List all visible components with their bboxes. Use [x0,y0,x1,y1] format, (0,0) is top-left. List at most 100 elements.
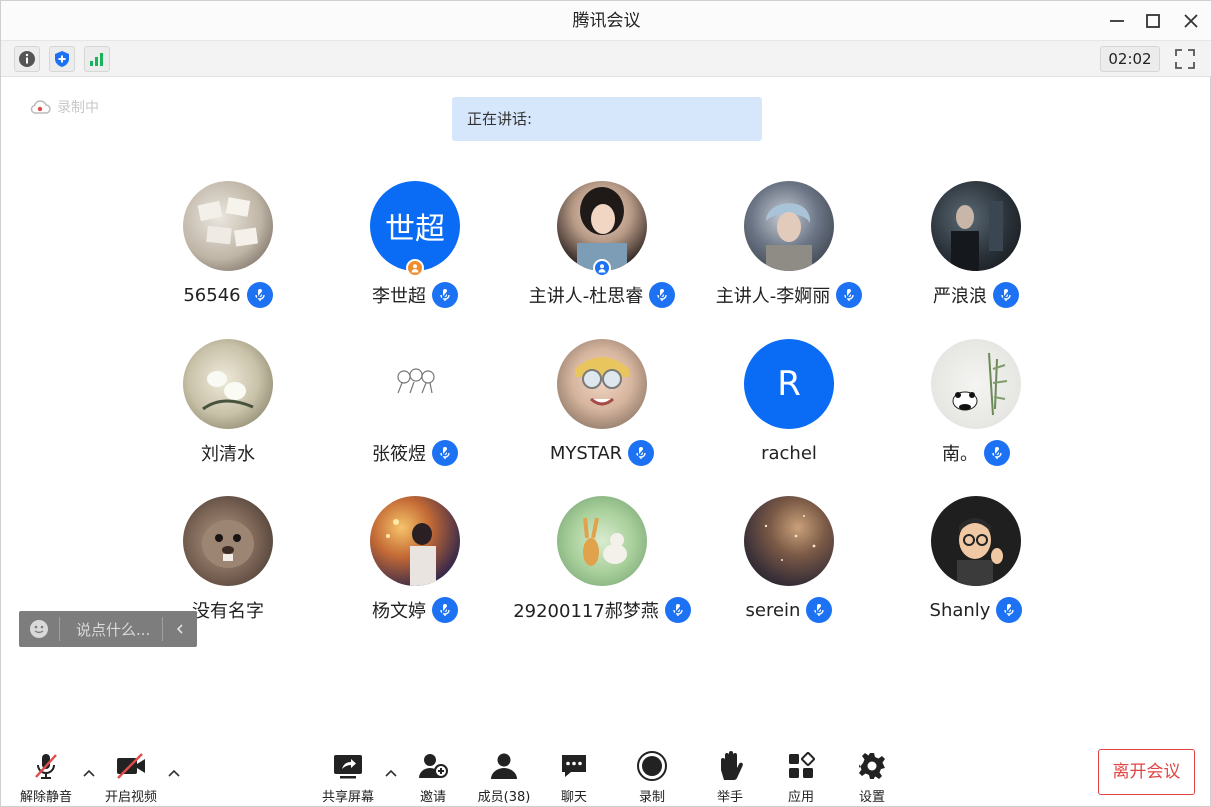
meeting-info-button[interactable] [14,46,40,72]
record-label: 录制 [638,790,665,805]
info-bar: 02:02 [1,41,1211,77]
fullscreen-button[interactable] [1172,46,1198,72]
participant-tile[interactable]: Shanly [883,496,1069,636]
participant-name: rachel [761,442,817,464]
participant-tile[interactable]: 杨文婷 [322,496,508,636]
avatar-initials: 世超 [385,212,445,247]
participant-tile[interactable]: 严浪浪 [883,181,1069,321]
participant-tile[interactable]: 主讲人-李婀丽 [696,181,882,321]
mic-icon [664,597,691,623]
emoji-icon [30,620,48,638]
participant-name: serein [745,599,801,621]
avatar [931,496,1021,586]
chat-quick-input[interactable]: 说点什么... [19,611,197,647]
avatar [370,339,460,429]
shield-icon [55,51,69,67]
video-off-icon [117,753,145,779]
maximize-icon [1146,14,1160,28]
unmute-label: 解除静音 [19,790,72,805]
signal-bars-icon [90,53,103,66]
share-screen-icon [334,755,362,779]
participant-name: 李世超 [372,286,426,307]
avatar [744,181,834,271]
participant-name: 没有名字 [192,601,264,622]
participant-tile[interactable]: MYSTAR [509,339,695,479]
invite-user-icon [419,754,448,778]
minimize-button[interactable] [1105,9,1129,33]
avatar [557,496,647,586]
recording-label: 录制中 [57,100,99,116]
avatar [744,496,834,586]
mic-icon [628,440,655,466]
raise-hand-icon [721,751,743,780]
mic-icon [806,597,833,623]
avatar [183,496,273,586]
collapse-chat-button[interactable] [163,623,197,635]
invite-label: 邀请 [419,790,446,805]
chat-button[interactable]: 聊天 [539,749,609,805]
close-icon [1184,14,1198,28]
mic-icon [432,440,458,466]
participant-tile[interactable]: R rachel [696,339,882,479]
participant-name: MYSTAR [549,442,623,464]
security-button[interactable] [49,46,75,72]
participant-name: Shanly [929,599,991,621]
mic-icon [836,282,863,308]
emoji-button[interactable] [19,619,59,639]
participant-tile[interactable]: serein [696,496,882,636]
participant-tile[interactable]: 主讲人-杜思睿 [509,181,695,321]
participant-tile[interactable]: 张筱煜 [322,339,508,479]
meeting-window: 腾讯会议 02:02 录制中 正在讲话: 56546 世超 李世超 主讲人-杜思… [0,0,1211,807]
network-status-button[interactable] [84,46,110,72]
participant-tile[interactable]: 29200117郝梦燕 [509,496,695,636]
avatar: 世超 [370,181,460,271]
active-speaker-box: 正在讲话: [452,97,762,141]
participant-tile[interactable]: 南。 [883,339,1069,479]
avatar [557,181,647,271]
participant-name: 张筱煜 [372,444,426,465]
recording-indicator: 录制中 [29,97,99,117]
participant-name: 29200117郝梦燕 [513,601,659,622]
participant-name: 严浪浪 [933,286,987,307]
mic-icon [996,597,1023,623]
start-video-button[interactable]: 开启视频 [96,749,166,805]
leave-meeting-button[interactable]: 离开会议 [1098,749,1195,795]
unmute-button[interactable]: 解除静音 [11,749,81,805]
invite-button[interactable]: 邀请 [398,749,468,805]
record-button[interactable]: 录制 [617,749,687,805]
bottom-toolbar: 解除静音 开启视频 共享屏幕 邀请 成员(38) 聊天 录制 举手 应用 设置 [1,743,1211,807]
maximize-button[interactable] [1141,9,1165,33]
apps-button[interactable]: 应用 [766,749,836,805]
settings-button[interactable]: 设置 [837,749,907,805]
apps-label: 应用 [787,790,814,805]
avatar [557,339,647,429]
host-badge-icon [406,259,424,277]
members-button[interactable]: 成员(38) [469,749,539,805]
raise-hand-button[interactable]: 举手 [695,749,765,805]
share-screen-button[interactable]: 共享屏幕 [313,749,383,805]
participant-tile[interactable]: 世超 李世超 [322,181,508,321]
avatar [931,339,1021,429]
avatar: R [744,339,834,429]
chevron-left-icon [176,624,183,634]
mic-icon [432,597,458,623]
chevron-up-icon[interactable] [383,765,399,781]
minimize-icon [1110,20,1124,22]
close-button[interactable] [1179,9,1203,33]
share-screen-label: 共享屏幕 [321,790,374,805]
chat-label: 聊天 [560,790,587,805]
participant-tile[interactable]: 刘清水 [135,339,321,479]
mic-icon [649,282,676,308]
avatar-initials: R [777,364,801,404]
participant-name: 主讲人-李婀丽 [715,286,831,307]
participant-name: 杨文婷 [372,601,426,622]
participant-tile[interactable]: 56546 [135,181,321,321]
chevron-up-icon[interactable] [81,765,97,781]
participant-name: 56546 [183,284,241,306]
gear-icon [859,753,885,779]
chevron-up-icon[interactable] [166,765,182,781]
raise-hand-label: 举手 [716,790,743,805]
chat-input-placeholder[interactable]: 说点什么... [60,619,162,640]
avatar [183,339,273,429]
window-title: 腾讯会议 [572,11,641,31]
